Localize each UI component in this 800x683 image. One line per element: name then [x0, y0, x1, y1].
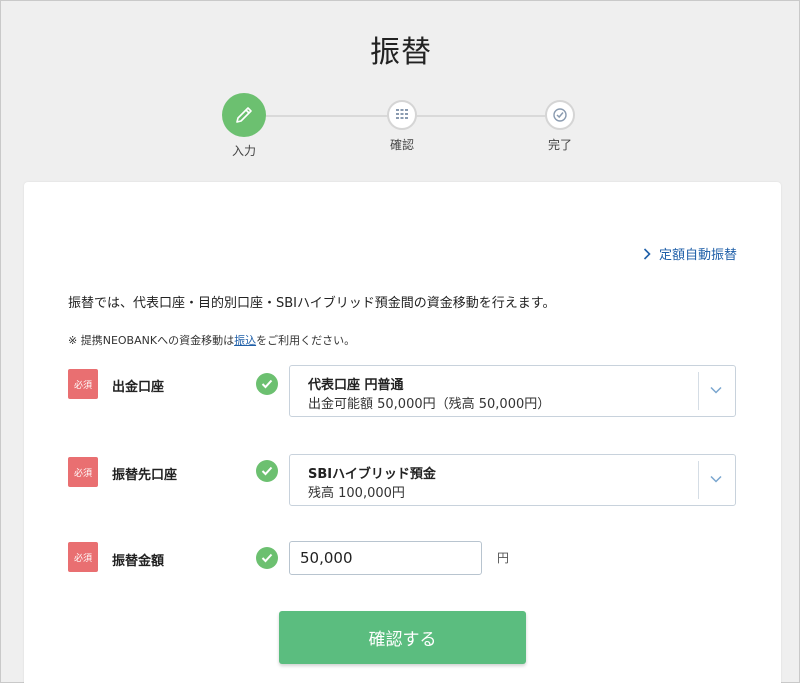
transfer-page: 振替 入力 確認 完了 定額自動振替 振替では、代表口座・目的別口座・SBIハイ… — [0, 0, 800, 683]
step-complete: 完了 — [520, 89, 600, 153]
note-suffix: をご利用ください。 — [256, 334, 356, 347]
amount-label: 振替金額 — [112, 554, 165, 569]
check-circle-icon — [545, 100, 575, 130]
check-icon — [256, 373, 278, 395]
step-label: 確認 — [389, 138, 414, 152]
step-label: 入力 — [231, 144, 256, 158]
to-account-row: 必須 振替先口座 SBIハイブリッド預金 残高 100,000円 — [68, 454, 748, 506]
to-account-label: 振替先口座 — [112, 468, 178, 483]
fixed-auto-transfer-link[interactable]: 定額自動振替 — [643, 244, 737, 263]
from-account-balance: 出金可能額 50,000円（残高 50,000円） — [308, 397, 551, 412]
transfer-form-card: 定額自動振替 振替では、代表口座・目的別口座・SBIハイブリッド預金間の資金移動… — [24, 182, 781, 683]
step-confirm: 確認 — [362, 89, 442, 153]
amount-unit: 円 — [497, 551, 510, 565]
check-icon — [256, 460, 278, 482]
furikomi-link[interactable]: 振込 — [234, 334, 256, 347]
note-prefix: ※ 提携NEOBANKへの資金移動は — [68, 334, 235, 347]
fixed-auto-transfer-label: 定額自動振替 — [658, 248, 737, 263]
required-badge: 必須 — [68, 457, 98, 487]
chevron-down-icon[interactable] — [707, 381, 725, 399]
check-icon — [256, 547, 278, 569]
select-divider — [698, 372, 699, 410]
calculator-icon — [387, 100, 417, 130]
from-account-select[interactable]: 代表口座 円普通 出金可能額 50,000円（残高 50,000円） — [289, 365, 736, 417]
select-divider — [698, 461, 699, 499]
transfer-description: 振替では、代表口座・目的別口座・SBIハイブリッド預金間の資金移動を行えます。 — [68, 296, 556, 311]
from-account-row: 必須 出金口座 代表口座 円普通 出金可能額 50,000円（残高 50,000… — [68, 365, 748, 417]
required-badge: 必須 — [68, 369, 98, 399]
from-account-name: 代表口座 円普通 — [308, 378, 404, 393]
to-account-balance: 残高 100,000円 — [308, 486, 405, 501]
confirm-button[interactable]: 確認する — [279, 611, 526, 664]
step-input: 入力 — [204, 89, 284, 159]
chevron-down-icon[interactable] — [707, 470, 725, 488]
page-title: 振替 — [370, 35, 432, 70]
step-label: 完了 — [547, 138, 572, 152]
to-account-name: SBIハイブリッド預金 — [308, 467, 436, 482]
progress-stepper: 入力 確認 完了 — [1, 89, 800, 159]
chevron-right-icon — [643, 247, 651, 260]
to-account-select[interactable]: SBIハイブリッド預金 残高 100,000円 — [289, 454, 736, 506]
amount-input[interactable] — [289, 541, 482, 575]
required-badge: 必須 — [68, 542, 98, 572]
neobank-note: ※ 提携NEOBANKへの資金移動は振込をご利用ください。 — [68, 332, 355, 348]
pencil-icon — [222, 93, 266, 137]
from-account-label: 出金口座 — [112, 380, 165, 395]
amount-row: 必須 振替金額 円 — [68, 541, 748, 577]
